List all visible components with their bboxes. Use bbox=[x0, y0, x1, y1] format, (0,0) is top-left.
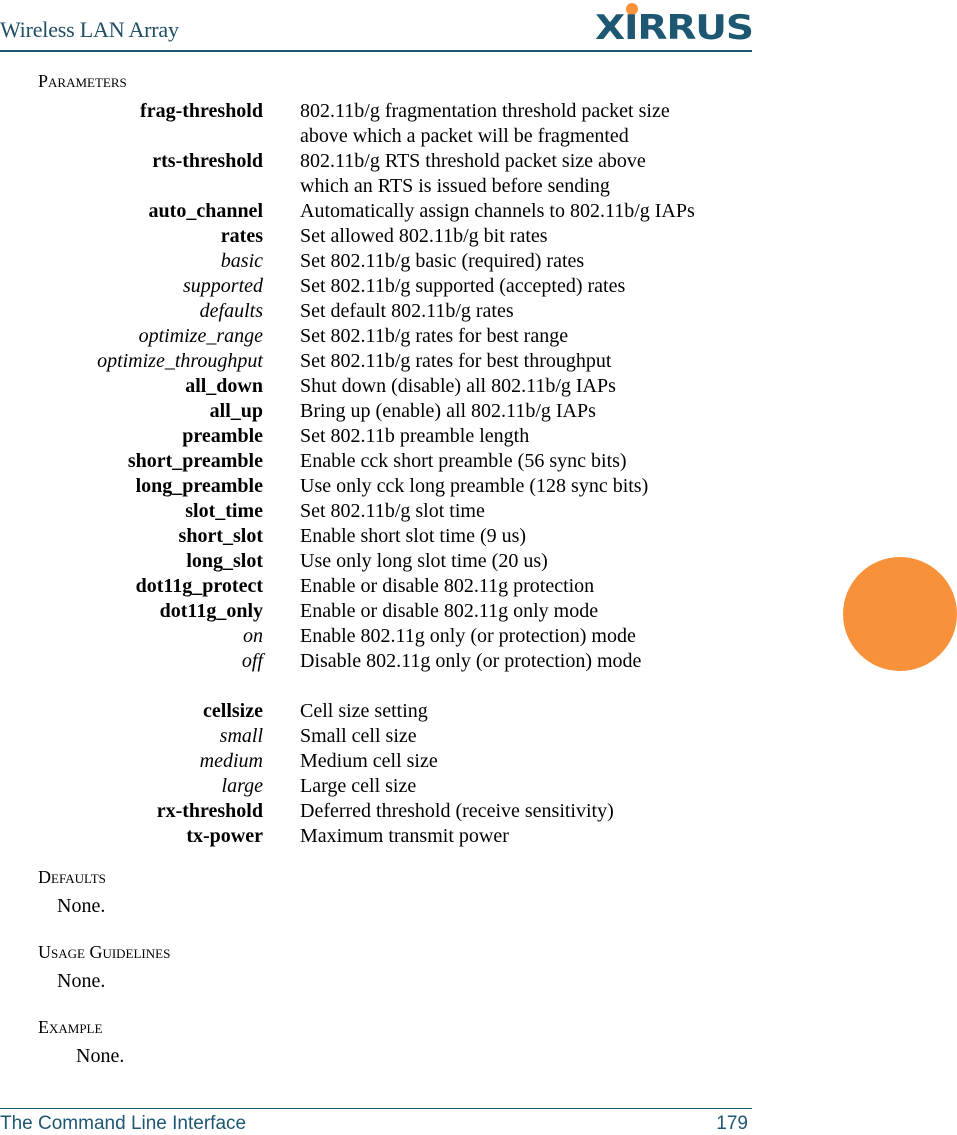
parameter-row: short_slot Enable short slot time (9 us) bbox=[0, 524, 760, 549]
parameter-name: cellsize bbox=[203, 700, 263, 722]
document-title: Wireless LAN Array bbox=[0, 17, 179, 42]
parameter-name: supported bbox=[183, 275, 263, 297]
parameter-name: optimize_range bbox=[138, 325, 263, 347]
parameter-row: tx-power Maximum transmit power bbox=[0, 824, 760, 849]
parameter-description: Automatically assign channels to 802.11b… bbox=[300, 200, 695, 222]
parameter-name: off bbox=[241, 650, 263, 672]
parameter-description: Set 802.11b/g rates for best throughput bbox=[300, 350, 612, 372]
parameter-row: dot11g_protect Enable or disable 802.11g … bbox=[0, 574, 760, 599]
parameter-description: Enable or disable 802.11g only mode bbox=[300, 600, 599, 622]
parameter-description: Maximum transmit power bbox=[300, 825, 509, 847]
parameter-name: all_down bbox=[185, 375, 263, 397]
parameter-row: medium Medium cell size bbox=[0, 749, 760, 774]
parameter-description: Enable cck short preamble (56 sync bits) bbox=[300, 450, 627, 472]
parameter-row: optimize_throughput Set 802.11b/g rates f… bbox=[0, 349, 760, 374]
defaults-body: None. bbox=[57, 895, 106, 917]
parameter-description: Set 802.11b/g supported (accepted) rates bbox=[300, 275, 626, 297]
parameter-name: optimize_throughput bbox=[97, 350, 263, 372]
parameter-row: off Disable 802.11g only (or protection) … bbox=[0, 649, 760, 674]
parameter-description: Cell size setting bbox=[300, 700, 428, 722]
parameter-row: basic Set 802.11b/g basic (required) rate… bbox=[0, 249, 760, 274]
page-number: 179 bbox=[716, 1113, 748, 1134]
parameter-description: Shut down (disable) all 802.11b/g IAPs bbox=[300, 375, 616, 397]
parameter-name: all_up bbox=[209, 400, 263, 422]
parameter-row: defaults Set default 802.11b/g rates bbox=[0, 299, 760, 324]
parameter-name: rx-threshold bbox=[156, 800, 263, 822]
defaults-heading: Defaults bbox=[38, 867, 106, 887]
parameter-name: small bbox=[219, 725, 263, 747]
parameter-spacer bbox=[0, 674, 760, 699]
parameter-row: preamble Set 802.11b preamble length bbox=[0, 424, 760, 449]
parameter-name: short_preamble bbox=[127, 450, 263, 472]
parameter-description: Medium cell size bbox=[300, 750, 438, 772]
parameter-name: defaults bbox=[199, 300, 263, 322]
parameter-row: slot_time Set 802.11b/g slot time bbox=[0, 499, 760, 524]
parameter-row: rates Set allowed 802.11b/g bit rates bbox=[0, 224, 760, 249]
parameter-description: 802.11b/g RTS threshold packet size abov… bbox=[300, 150, 646, 197]
parameter-description: Disable 802.11g only (or protection) mod… bbox=[300, 650, 642, 672]
parameter-row: long_slot Use only long slot time (20 us) bbox=[0, 549, 760, 574]
parameter-row: short_preamble Enable cck short preamble … bbox=[0, 449, 760, 474]
parameter-description: Enable short slot time (9 us) bbox=[300, 525, 527, 547]
parameter-name: auto_channel bbox=[148, 200, 263, 222]
parameter-description: Enable 802.11g only (or protection) mode bbox=[300, 625, 636, 647]
parameter-name: tx-power bbox=[186, 825, 263, 847]
parameter-row: large Large cell size bbox=[0, 774, 760, 799]
parameter-row: rts-threshold 802.11b/g RTS threshold pac… bbox=[0, 149, 760, 199]
example-heading: Example bbox=[38, 1017, 103, 1037]
parameter-description: Set 802.11b/g slot time bbox=[300, 500, 485, 522]
parameter-name: rates bbox=[220, 225, 263, 247]
parameter-row: optimize_range Set 802.11b/g rates for be… bbox=[0, 324, 760, 349]
parameter-name: rts-threshold bbox=[152, 150, 263, 172]
parameter-row: dot11g_only Enable or disable 802.11g onl… bbox=[0, 599, 760, 624]
parameter-name: medium bbox=[199, 750, 263, 772]
parameter-name: dot11g_only bbox=[159, 600, 263, 622]
parameter-row: supported Set 802.11b/g supported (accept… bbox=[0, 274, 760, 299]
parameter-name: slot_time bbox=[185, 500, 263, 522]
usage-guidelines-body: None. bbox=[57, 970, 106, 992]
parameter-description: Small cell size bbox=[300, 725, 417, 747]
example-body: None. bbox=[76, 1045, 125, 1067]
parameters-table: frag-threshold 802.11b/g fragmentation th… bbox=[0, 99, 760, 849]
parameter-description: 802.11b/g fragmentation threshold packet… bbox=[300, 100, 670, 147]
parameter-name: short_slot bbox=[178, 525, 263, 547]
parameter-name: dot11g_protect bbox=[135, 575, 263, 597]
parameter-description: Use only long slot time (20 us) bbox=[300, 550, 548, 572]
parameter-row: on Enable 802.11g only (or protection) mo… bbox=[0, 624, 760, 649]
parameter-description: Large cell size bbox=[300, 775, 417, 797]
parameter-description: Set 802.11b preamble length bbox=[300, 425, 530, 447]
parameter-row: frag-threshold 802.11b/g fragmentation th… bbox=[0, 99, 760, 149]
parameter-row: small Small cell size bbox=[0, 724, 760, 749]
parameter-description: Set default 802.11b/g rates bbox=[300, 300, 514, 322]
parameter-name: large bbox=[221, 775, 263, 797]
parameter-name: long_slot bbox=[186, 550, 263, 572]
parameter-description: Set 802.11b/g basic (required) rates bbox=[300, 250, 585, 272]
parameter-row: auto_channel Automatically assign channel… bbox=[0, 199, 760, 224]
parameter-name: long_preamble bbox=[135, 475, 263, 497]
logo-wordmark: XIRRUS bbox=[595, 8, 754, 48]
parameter-row: rx-threshold Deferred threshold (receive … bbox=[0, 799, 760, 824]
parameter-name: preamble bbox=[182, 425, 263, 447]
header-divider bbox=[0, 50, 752, 52]
parameter-row: cellsize Cell size setting bbox=[0, 699, 760, 724]
parameter-description: Set 802.11b/g rates for best range bbox=[300, 325, 569, 347]
parameter-description: Set allowed 802.11b/g bit rates bbox=[300, 225, 548, 247]
parameter-description: Use only cck long preamble (128 sync bit… bbox=[300, 475, 649, 497]
footer-divider bbox=[0, 1108, 752, 1109]
chapter-tab-marker bbox=[843, 557, 957, 671]
parameter-row: long_preamble Use only cck long preamble … bbox=[0, 474, 760, 499]
parameter-row: all_up Bring up (enable) all 802.11b/g IA… bbox=[0, 399, 760, 424]
parameter-description: Bring up (enable) all 802.11b/g IAPs bbox=[300, 400, 596, 422]
footer-chapter-title: The Command Line Interface bbox=[0, 1113, 247, 1134]
parameter-description: Enable or disable 802.11g protection bbox=[300, 575, 595, 597]
parameter-row: all_down Shut down (disable) all 802.11b/… bbox=[0, 374, 760, 399]
usage-guidelines-heading: Usage Guidelines bbox=[38, 942, 171, 962]
parameter-name: on bbox=[243, 625, 263, 647]
parameter-description: Deferred threshold (receive sensitivity) bbox=[300, 800, 614, 822]
parameters-heading: Parameters bbox=[38, 71, 127, 91]
xirrus-logo: XIRRUS bbox=[595, 2, 754, 48]
parameter-name: basic bbox=[220, 250, 263, 272]
parameter-name: frag-threshold bbox=[140, 100, 263, 122]
